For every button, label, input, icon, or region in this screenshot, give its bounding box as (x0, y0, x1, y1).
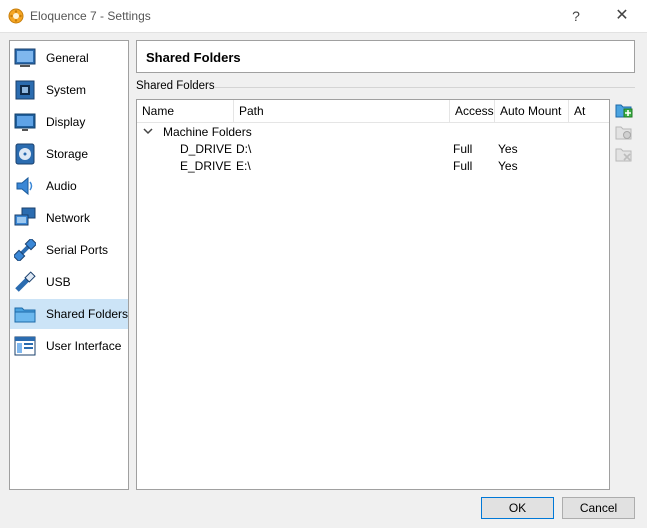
column-header-at[interactable]: At (569, 100, 609, 122)
serial-ports-icon (14, 239, 36, 261)
display-icon (14, 113, 36, 131)
folder-name: E_DRIVE (180, 159, 232, 173)
page-title: Shared Folders (146, 50, 241, 65)
sidebar-item-label: System (46, 83, 87, 97)
usb-icon (15, 271, 36, 292)
remove-folder-icon[interactable] (615, 145, 633, 163)
sidebar-item-label: Audio (46, 179, 77, 193)
group-node-label: Machine Folders (163, 125, 252, 139)
sidebar-item-display[interactable]: Display (10, 107, 128, 137)
folder-auto-mount: Yes (498, 142, 518, 156)
window-title: Eloquence 7 - Settings (30, 9, 151, 23)
sidebar-item-label: Serial Ports (46, 243, 109, 257)
network-icon (14, 207, 36, 226)
cancel-button[interactable]: Cancel (562, 497, 635, 519)
user-interface-icon (14, 336, 36, 356)
sidebar-item-label: Shared Folders (46, 307, 129, 321)
sidebar-item-label: User Interface (46, 339, 122, 353)
folder-name: D_DRIVE (180, 142, 233, 156)
column-header-access[interactable]: Access (450, 100, 495, 122)
sidebar-item-user-interface[interactable]: User Interface (10, 331, 128, 361)
group-divider (214, 87, 635, 88)
folder-access: Full (453, 159, 473, 173)
sidebar-item-general[interactable]: General (10, 43, 128, 73)
storage-icon (15, 143, 35, 165)
sidebar-item-shared-folders[interactable]: Shared Folders (10, 299, 128, 329)
title-bar: Eloquence 7 - Settings ? ✕ (0, 0, 647, 33)
add-folder-icon[interactable] (615, 101, 633, 119)
edit-folder-icon[interactable] (615, 123, 633, 141)
column-header-auto-mount[interactable]: Auto Mount (495, 100, 569, 122)
close-button[interactable]: ✕ (612, 6, 632, 26)
column-header-path[interactable]: Path (234, 100, 450, 122)
tree-group-machine-folders[interactable]: Machine Folders (137, 123, 609, 140)
group-label: Shared Folders (136, 80, 215, 92)
folder-auto-mount: Yes (498, 159, 518, 173)
folder-access: Full (453, 142, 473, 156)
sidebar-item-label: Network (46, 211, 91, 225)
sidebar-item-usb[interactable]: USB (10, 267, 128, 297)
sidebar-item-label: Display (46, 115, 86, 129)
audio-icon (16, 176, 33, 196)
sidebar-item-label: General (46, 51, 89, 65)
general-icon (14, 48, 36, 67)
tree-header: Name Path Access Auto Mount At (137, 100, 609, 123)
help-button[interactable]: ? (566, 6, 586, 26)
settings-sidebar: General System Display Storage Audio Net… (9, 40, 129, 490)
sidebar-item-label: USB (46, 275, 71, 289)
sidebar-item-storage[interactable]: Storage (10, 139, 128, 169)
app-logo-icon (8, 8, 24, 24)
column-header-name[interactable]: Name (137, 100, 234, 122)
folder-path: D:\ (236, 142, 252, 156)
system-icon (15, 80, 35, 100)
sidebar-item-label: Storage (46, 147, 89, 161)
sidebar-item-system[interactable]: System (10, 75, 128, 105)
chevron-down-icon[interactable] (143, 126, 153, 136)
sidebar-item-network[interactable]: Network (10, 203, 128, 233)
shared-folders-icon (14, 307, 36, 323)
table-row[interactable]: E_DRIVE E:\ Full Yes (137, 157, 609, 174)
shared-folders-tree[interactable]: Name Path Access Auto Mount At Machine F… (136, 99, 610, 490)
ok-button[interactable]: OK (481, 497, 554, 519)
page-header: Shared Folders (136, 40, 635, 73)
table-row[interactable]: D_DRIVE D:\ Full Yes (137, 140, 609, 157)
folder-path: E:\ (236, 159, 251, 173)
sidebar-item-audio[interactable]: Audio (10, 171, 128, 201)
sidebar-item-serial-ports[interactable]: Serial Ports (10, 235, 128, 265)
